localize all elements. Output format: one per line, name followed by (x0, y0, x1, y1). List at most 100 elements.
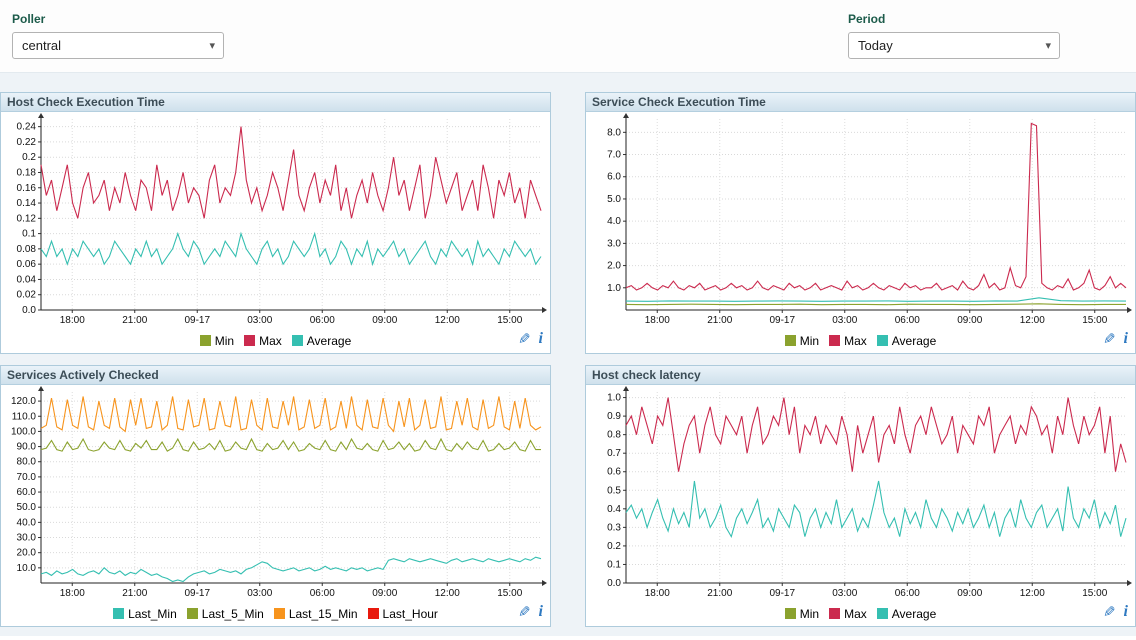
panel-service-check-execution-time: Service Check Execution Time 1.02.03.04.… (585, 92, 1136, 354)
svg-text:3.0: 3.0 (607, 238, 621, 249)
svg-text:0.22: 0.22 (17, 137, 37, 148)
svg-text:100.0: 100.0 (11, 426, 36, 437)
period-selected-value: Today (858, 38, 893, 53)
svg-text:12:00: 12:00 (1020, 588, 1045, 599)
svg-text:21:00: 21:00 (122, 588, 147, 599)
svg-text:15:00: 15:00 (1082, 315, 1107, 326)
edit-icon[interactable]: ✎ (1103, 330, 1116, 348)
svg-text:09-17: 09-17 (769, 315, 795, 326)
period-filter: Period Today ▾ (848, 12, 1060, 59)
legend-item-average: Average (877, 334, 936, 348)
svg-text:12:00: 12:00 (435, 588, 460, 599)
edit-icon[interactable]: ✎ (518, 603, 531, 621)
svg-text:5.0: 5.0 (607, 194, 621, 205)
dashboard-grid: Host Check Execution Time 0.00.020.040.0… (0, 73, 1136, 636)
info-icon[interactable]: i (539, 603, 543, 621)
legend-label: Last_Hour (383, 607, 438, 621)
svg-text:0.14: 0.14 (17, 198, 37, 209)
edit-icon[interactable]: ✎ (518, 330, 531, 348)
legend-label: Last_Min (128, 607, 177, 621)
poller-select[interactable]: central ▾ (12, 32, 224, 59)
legend-item-last_min: Last_Min (113, 607, 177, 621)
service-check-execution-time-chart: 1.02.03.04.05.06.07.08.018:0021:0009-170… (586, 112, 1135, 328)
legend-color-swatch (829, 335, 840, 346)
svg-text:80.0: 80.0 (17, 457, 37, 468)
legend-item-average: Average (877, 607, 936, 621)
svg-text:0.0: 0.0 (22, 305, 36, 316)
svg-text:12:00: 12:00 (1020, 315, 1045, 326)
legend-label: Max (259, 334, 282, 348)
period-label: Period (848, 12, 1060, 26)
svg-text:1.0: 1.0 (607, 283, 621, 294)
legend-label: Max (844, 607, 867, 621)
legend-item-last_5_min: Last_5_Min (187, 607, 264, 621)
host-check-execution-time-chart: 0.00.020.040.060.080.10.120.140.160.180.… (1, 112, 550, 328)
svg-text:03:00: 03:00 (832, 315, 857, 326)
legend-label: Average (307, 334, 351, 348)
svg-text:6.0: 6.0 (607, 172, 621, 183)
legend-color-swatch (785, 608, 796, 619)
services-actively-checked-chart: 10.020.030.040.050.060.070.080.090.0100.… (1, 385, 550, 601)
svg-text:0.04: 0.04 (17, 274, 37, 285)
legend-item-max: Max (829, 334, 867, 348)
poller-filter: Poller central ▾ (12, 12, 224, 59)
legend-item-last_15_min: Last_15_Min (274, 607, 358, 621)
legend-item-min: Min (785, 607, 819, 621)
svg-text:09-17: 09-17 (184, 315, 210, 326)
svg-text:0.8: 0.8 (607, 430, 621, 441)
panel-icons: ✎ i (518, 603, 543, 621)
legend-color-swatch (113, 608, 124, 619)
legend-color-swatch (877, 335, 888, 346)
svg-text:120.0: 120.0 (11, 396, 36, 407)
legend-color-swatch (187, 608, 198, 619)
svg-text:18:00: 18:00 (60, 315, 85, 326)
period-select[interactable]: Today ▾ (848, 32, 1060, 59)
panel-title: Host check latency (586, 366, 1135, 385)
host-check-latency-chart: 0.00.10.20.30.40.50.60.70.80.91.018:0021… (586, 385, 1135, 601)
svg-text:0.02: 0.02 (17, 290, 37, 301)
svg-text:0.06: 0.06 (17, 259, 37, 270)
svg-text:0.4: 0.4 (607, 504, 621, 515)
svg-text:0.0: 0.0 (607, 578, 621, 589)
svg-text:0.7: 0.7 (607, 448, 621, 459)
legend-item-min: Min (785, 334, 819, 348)
panel-footer: Last_Min Last_5_Min Last_15_Min Last_Hour ✎… (1, 601, 550, 626)
filter-bar: Poller central ▾ Period Today ▾ (0, 0, 1136, 73)
chevron-down-icon: ▾ (1045, 39, 1051, 52)
info-icon[interactable]: i (539, 330, 543, 348)
svg-text:10.0: 10.0 (17, 563, 37, 574)
legend-color-swatch (829, 608, 840, 619)
info-icon[interactable]: i (1124, 330, 1128, 348)
chart-legend: Last_Min Last_5_Min Last_15_Min Last_Hour (113, 607, 438, 621)
panel-footer: Min Max Average ✎ i (586, 601, 1135, 626)
svg-text:03:00: 03:00 (832, 588, 857, 599)
legend-color-swatch (785, 335, 796, 346)
legend-label: Min (215, 334, 234, 348)
svg-text:60.0: 60.0 (17, 487, 37, 498)
legend-label: Last_5_Min (202, 607, 264, 621)
legend-color-swatch (244, 335, 255, 346)
svg-text:18:00: 18:00 (60, 588, 85, 599)
chart-legend: Min Max Average (200, 334, 352, 348)
panel-icons: ✎ i (1103, 330, 1128, 348)
svg-text:06:00: 06:00 (310, 315, 335, 326)
svg-text:15:00: 15:00 (497, 315, 522, 326)
legend-item-min: Min (200, 334, 234, 348)
svg-text:0.3: 0.3 (607, 522, 621, 533)
svg-text:70.0: 70.0 (17, 472, 37, 483)
legend-color-swatch (200, 335, 211, 346)
panel-icons: ✎ i (1103, 603, 1128, 621)
svg-text:0.08: 0.08 (17, 244, 37, 255)
svg-text:09-17: 09-17 (769, 588, 795, 599)
svg-text:0.2: 0.2 (607, 541, 621, 552)
legend-color-swatch (368, 608, 379, 619)
info-icon[interactable]: i (1124, 603, 1128, 621)
legend-item-max: Max (829, 607, 867, 621)
svg-text:0.5: 0.5 (607, 485, 621, 496)
svg-text:0.16: 0.16 (17, 183, 37, 194)
legend-item-max: Max (244, 334, 282, 348)
svg-text:12:00: 12:00 (435, 315, 460, 326)
svg-text:0.2: 0.2 (22, 152, 36, 163)
svg-text:50.0: 50.0 (17, 502, 37, 513)
edit-icon[interactable]: ✎ (1103, 603, 1116, 621)
